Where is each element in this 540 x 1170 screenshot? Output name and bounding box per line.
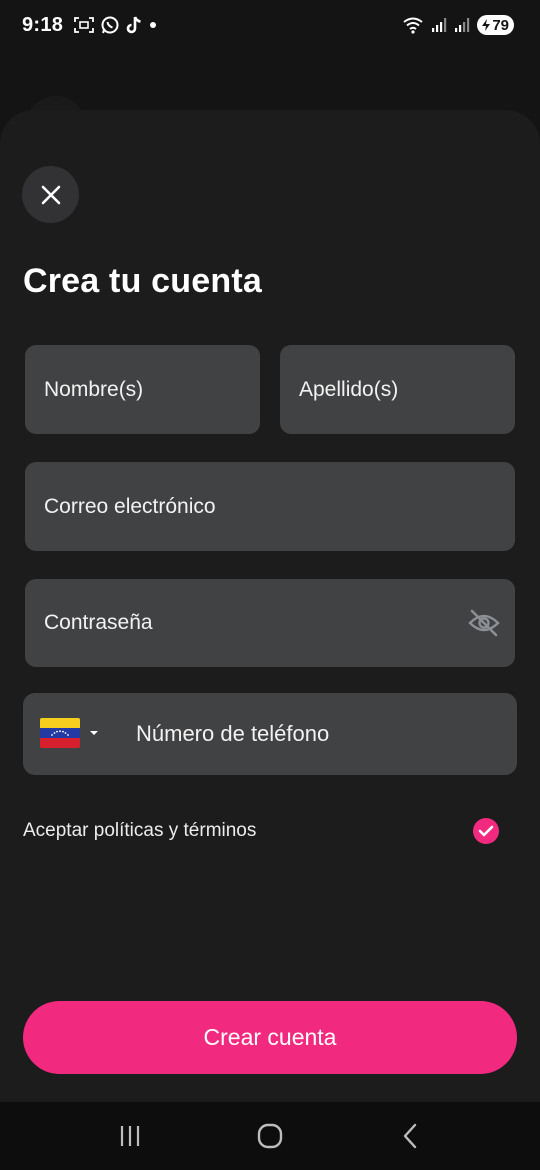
wifi-icon bbox=[403, 17, 423, 34]
country-code-picker[interactable] bbox=[40, 718, 100, 748]
checkmark-icon bbox=[478, 825, 494, 837]
terms-checkbox[interactable] bbox=[473, 818, 499, 844]
status-right: 79 bbox=[402, 15, 514, 35]
screen: 9:18 79 Crea tu cuenta Nombre(s) Apellid… bbox=[0, 0, 540, 1170]
tiktok-icon bbox=[126, 16, 141, 34]
status-notification-icons bbox=[73, 15, 158, 35]
password-placeholder: Contraseña bbox=[44, 611, 153, 634]
back-button[interactable] bbox=[380, 1106, 440, 1166]
page-title: Crea tu cuenta bbox=[23, 262, 262, 300]
password-field[interactable]: Contraseña bbox=[25, 579, 515, 667]
close-icon bbox=[41, 185, 60, 204]
home-button[interactable] bbox=[240, 1106, 300, 1166]
whatsapp-icon bbox=[101, 16, 119, 34]
caret-down-icon bbox=[90, 731, 98, 735]
notification-dot-icon bbox=[150, 22, 157, 28]
last-name-field[interactable]: Apellido(s) bbox=[280, 345, 515, 434]
recents-button[interactable] bbox=[100, 1106, 160, 1166]
screenshot-icon bbox=[74, 17, 95, 33]
create-account-button[interactable]: Crear cuenta bbox=[23, 1001, 517, 1074]
phone-placeholder[interactable]: Número de teléfono bbox=[136, 693, 329, 775]
signal-icon bbox=[432, 18, 447, 32]
password-visibility-toggle[interactable] bbox=[467, 607, 501, 639]
status-bar: 9:18 79 bbox=[0, 0, 540, 50]
charging-icon bbox=[482, 19, 491, 31]
venezuela-flag-icon bbox=[40, 718, 80, 748]
status-time: 9:18 bbox=[22, 13, 64, 36]
eye-off-icon bbox=[468, 609, 500, 637]
status-left: 9:18 bbox=[22, 14, 158, 37]
battery-level: 79 bbox=[492, 16, 509, 34]
email-field[interactable]: Correo electrónico bbox=[25, 462, 515, 551]
phone-field[interactable]: Número de teléfono bbox=[23, 693, 517, 775]
first-name-placeholder: Nombre(s) bbox=[44, 377, 144, 401]
email-placeholder: Correo electrónico bbox=[44, 494, 216, 518]
last-name-placeholder: Apellido(s) bbox=[299, 377, 399, 401]
close-button[interactable] bbox=[22, 166, 79, 223]
terms-row: Aceptar políticas y términos bbox=[23, 815, 499, 847]
terms-label: Aceptar políticas y términos bbox=[23, 820, 257, 841]
battery-indicator: 79 bbox=[477, 15, 514, 35]
first-name-field[interactable]: Nombre(s) bbox=[25, 345, 260, 434]
recents-icon bbox=[120, 1126, 140, 1146]
back-icon bbox=[403, 1123, 417, 1149]
signal-icon bbox=[455, 18, 470, 32]
home-icon bbox=[257, 1123, 283, 1149]
system-nav-bar bbox=[0, 1102, 540, 1170]
